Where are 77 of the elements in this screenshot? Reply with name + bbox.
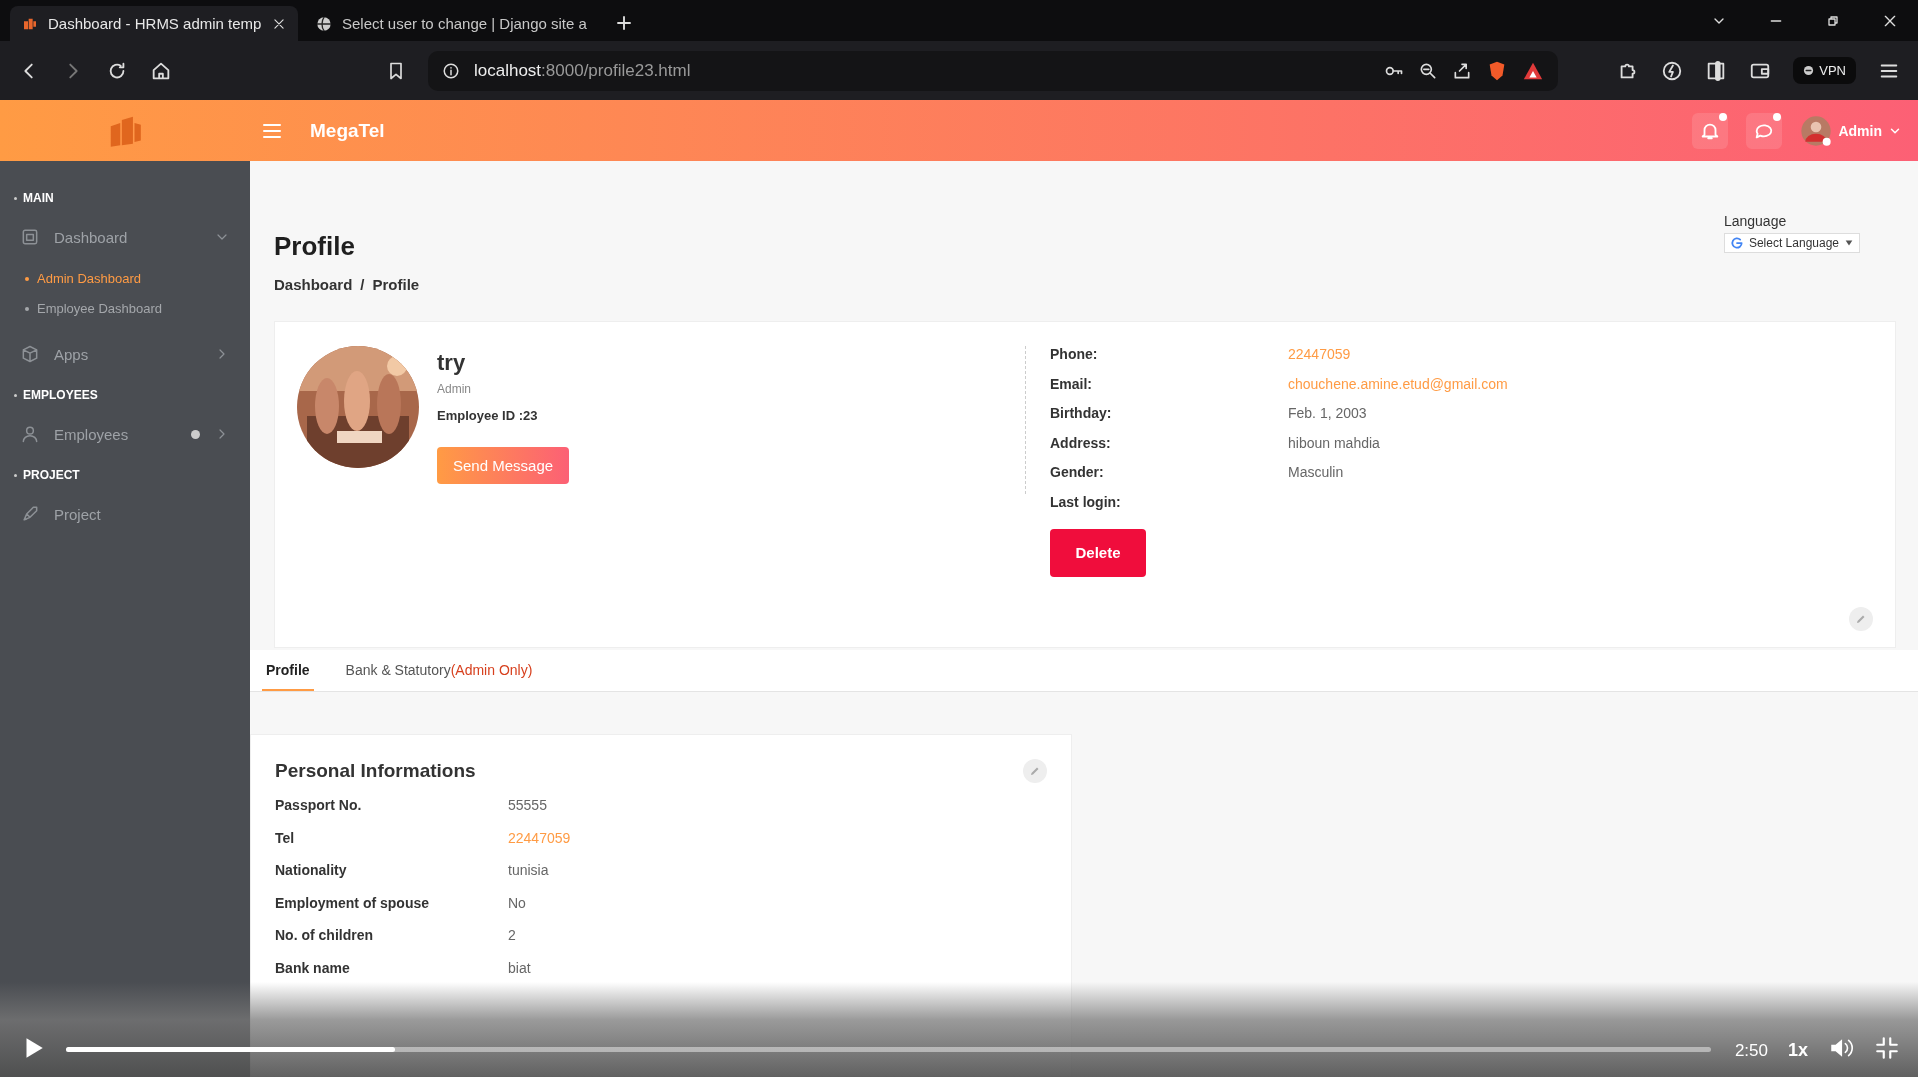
speed-button[interactable]: 1x bbox=[1787, 1040, 1808, 1061]
notification-badge bbox=[1773, 112, 1782, 121]
section-heading: EMPLOYEES bbox=[0, 378, 250, 410]
language-select[interactable]: Select Language bbox=[1723, 233, 1860, 253]
tab-title: Select user to change | Django site a bbox=[342, 15, 587, 32]
send-message-button[interactable]: Send Message bbox=[437, 447, 570, 484]
info-label: Employment of spouse bbox=[275, 894, 431, 913]
close-icon[interactable] bbox=[272, 16, 286, 31]
field-label: Address: bbox=[1050, 434, 1112, 451]
breadcrumb-link[interactable]: Dashboard bbox=[274, 276, 353, 293]
breadcrumb-current: Profile bbox=[372, 276, 420, 293]
sidebar-item[interactable]: Apps bbox=[0, 330, 250, 378]
field-value: hiboun mahdia bbox=[1288, 434, 1380, 451]
dropdown-arrow-icon bbox=[1844, 238, 1854, 248]
bolt-icon[interactable] bbox=[1661, 59, 1684, 82]
sidebar-item[interactable]: Employees bbox=[0, 410, 250, 458]
notifications-button[interactable] bbox=[1692, 112, 1729, 149]
url-text: localhost:8000/profile23.html bbox=[474, 60, 691, 81]
browser-tab[interactable]: Dashboard - HRMS admin temp bbox=[10, 6, 298, 41]
pencil-icon bbox=[1029, 765, 1041, 777]
info-value: biat bbox=[508, 959, 531, 978]
page-title: Profile bbox=[274, 231, 356, 262]
field-value: Feb. 1, 2003 bbox=[1288, 405, 1367, 422]
field-value: Masculin bbox=[1288, 464, 1344, 481]
tab-title: Dashboard - HRMS admin temp bbox=[48, 15, 262, 32]
info-icon bbox=[442, 61, 460, 80]
user-menu[interactable]: Admin bbox=[1800, 114, 1902, 147]
field-label: Gender: bbox=[1050, 464, 1105, 481]
info-value: 2 bbox=[508, 927, 516, 945]
sidebar-item[interactable]: Dashboard bbox=[0, 213, 250, 261]
google-icon bbox=[1729, 236, 1744, 250]
brand-name: MegaTel bbox=[310, 119, 385, 142]
exit-fullscreen-icon[interactable] bbox=[1874, 1035, 1900, 1061]
address-bar[interactable]: localhost:8000/profile23.html bbox=[428, 50, 1558, 91]
submenu-item[interactable]: Admin Dashboard bbox=[25, 271, 250, 286]
notification-badge bbox=[1719, 112, 1728, 121]
info-label: Tel bbox=[275, 829, 296, 848]
breadcrumb-separator: / bbox=[360, 276, 365, 293]
field-link[interactable]: chouchene.amine.etud@gmail.com bbox=[1288, 375, 1508, 392]
card-title: Personal Informations bbox=[275, 760, 476, 782]
avatar-icon bbox=[1800, 114, 1833, 147]
submenu-item[interactable]: Employee Dashboard bbox=[25, 301, 250, 316]
user-icon bbox=[20, 424, 40, 444]
info-label: Nationality bbox=[275, 862, 348, 880]
field-label: Phone: bbox=[1050, 346, 1099, 362]
sidebar-item[interactable]: Project bbox=[0, 490, 250, 538]
section-heading: PROJECT bbox=[0, 458, 250, 490]
info-label: No. of children bbox=[275, 927, 374, 945]
profile-tab[interactable]: Profile bbox=[262, 650, 314, 691]
pencil-icon bbox=[1855, 613, 1867, 625]
info-value: No bbox=[508, 894, 526, 913]
browser-tab[interactable]: Select user to change | Django site a bbox=[304, 6, 599, 41]
profile-tab[interactable]: Bank & Statutory(Admin Only) bbox=[341, 650, 537, 691]
field-label: Last login: bbox=[1050, 494, 1122, 510]
info-value: tunisia bbox=[508, 862, 549, 880]
info-label: Bank name bbox=[275, 959, 351, 978]
field-link[interactable]: 22447059 bbox=[1288, 346, 1351, 362]
info-label: Passport No. bbox=[275, 797, 363, 815]
field-label: Birthday: bbox=[1050, 405, 1113, 422]
info-value: 55555 bbox=[508, 797, 547, 815]
plus-icon[interactable] bbox=[614, 14, 633, 32]
vpn-status-icon bbox=[1803, 65, 1815, 76]
messages-button[interactable] bbox=[1746, 112, 1783, 149]
dashboard-icon bbox=[20, 227, 40, 247]
language-label: Language bbox=[1723, 213, 1788, 229]
info-link[interactable]: 22447059 bbox=[508, 829, 571, 862]
elapsed-time: 2:50 bbox=[1734, 1041, 1768, 1061]
employee-id: Employee ID :23 bbox=[437, 408, 539, 423]
progress-track[interactable] bbox=[66, 1047, 1711, 1052]
field-label: Email: bbox=[1050, 375, 1093, 392]
delete-button[interactable]: Delete bbox=[1050, 528, 1146, 577]
cube-icon bbox=[20, 344, 40, 364]
employee-name: try bbox=[437, 350, 467, 376]
section-heading: MAIN bbox=[0, 181, 250, 213]
employee-role: Admin bbox=[437, 382, 472, 396]
globe-icon bbox=[316, 15, 332, 32]
vpn-button[interactable]: VPN bbox=[1793, 57, 1856, 84]
